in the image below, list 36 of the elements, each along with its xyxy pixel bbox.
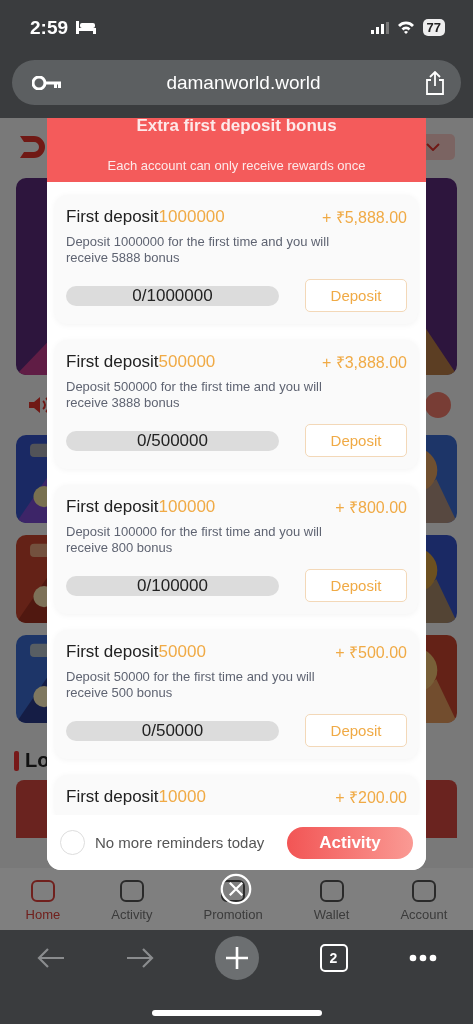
- offer-description: Deposit 50000 for the first time and you will receive 500 bonus: [66, 669, 316, 701]
- offer-title: First deposit10000: [66, 787, 206, 807]
- nav-tab[interactable]: Promotion: [203, 876, 263, 922]
- progress-bar: 0/50000: [66, 720, 279, 741]
- offer-description: Deposit 100000 for the first time and you will receive 800 bonus: [66, 524, 323, 556]
- offer-reward: + ₹200.00: [335, 788, 407, 808]
- offer-reward: + ₹800.00: [335, 498, 407, 518]
- battery-level: 77: [422, 19, 445, 36]
- deposit-button[interactable]: Deposit: [305, 424, 407, 457]
- offer-reward: + ₹3,888.00: [321, 353, 407, 373]
- nav-tab[interactable]: Account: [400, 876, 448, 922]
- dialog-subtitle: Each account can only receive rewards once: [107, 158, 366, 173]
- progress-bar: 0/500000: [66, 430, 279, 451]
- reminder-label: No more reminders today: [95, 834, 265, 851]
- offer-title: First deposit500000: [66, 352, 216, 372]
- progress-bar: 0/1000000: [66, 285, 279, 306]
- offer-title: First deposit1000000: [66, 207, 225, 227]
- address-bar[interactable]: damanworld.world: [12, 60, 461, 105]
- offer-description: Deposit 500000 for the first time and you will receive 3888 bonus: [66, 379, 323, 411]
- dialog-title: Extra first deposit bonus: [136, 118, 337, 136]
- nav-tab[interactable]: Activity: [111, 876, 153, 922]
- deposit-button[interactable]: Deposit: [305, 279, 407, 312]
- offer-description: Deposit 1000000 for the first time and you will receive 5888 bonus: [66, 234, 331, 266]
- tabs-button[interactable]: 2: [319, 944, 348, 972]
- progress-bar: 0/100000: [66, 575, 279, 596]
- offer-title: First deposit100000: [66, 497, 216, 517]
- deposit-button[interactable]: Deposit: [305, 714, 407, 747]
- url-text: damanworld.world: [166, 71, 321, 94]
- nav-tab[interactable]: Home: [25, 876, 61, 922]
- deposit-button[interactable]: Deposit: [305, 569, 407, 602]
- offer-reward: + ₹5,888.00: [321, 208, 407, 228]
- activity-button[interactable]: Activity: [287, 826, 413, 859]
- offer-reward: + ₹500.00: [335, 643, 407, 663]
- status-time: 2:59: [30, 16, 69, 39]
- offer-title: First deposit50000: [66, 642, 206, 662]
- nav-tab[interactable]: Wallet: [313, 876, 350, 922]
